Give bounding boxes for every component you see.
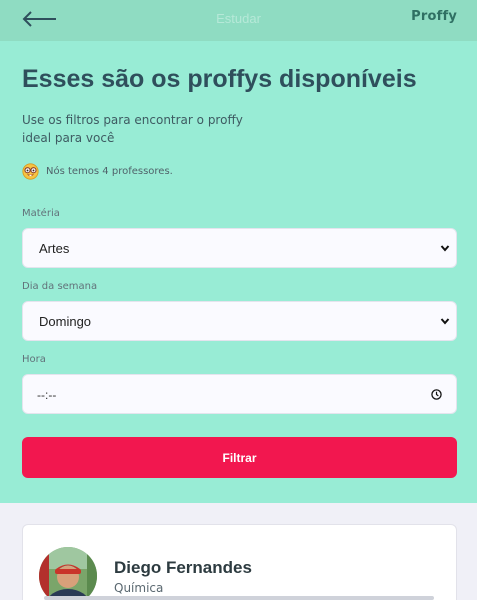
teacher-count-text: Nós temos 4 professores.: [46, 166, 173, 177]
time-input-value: --:--: [37, 388, 57, 402]
subject-select-value: Artes: [39, 241, 70, 256]
teacher-avatar: [39, 547, 97, 600]
subject-label: Matéria: [22, 208, 60, 219]
page-description: Use os filtros para encontrar o proffy i…: [22, 113, 243, 145]
teacher-count: Nós temos 4 professores.: [22, 163, 173, 180]
scroll-indicator[interactable]: [44, 596, 434, 600]
weekday-select-value: Domingo: [39, 314, 92, 329]
chevron-down-icon: [440, 245, 450, 252]
teacher-subject: Química: [114, 581, 164, 595]
time-label: Hora: [22, 354, 46, 365]
teacher-name: Diego Fernandes: [114, 558, 252, 577]
time-input[interactable]: --:--: [22, 374, 457, 414]
weekday-select[interactable]: Domingo: [22, 301, 457, 341]
clock-icon[interactable]: [431, 389, 442, 400]
page-section-title: Estudar: [216, 11, 261, 26]
chevron-down-icon: [440, 318, 450, 325]
page-title: Esses são os proffys disponíveis: [22, 65, 417, 93]
nerd-face-emoji-icon: [22, 163, 39, 180]
proffy-logo[interactable]: Proffy: [411, 9, 457, 24]
filter-button[interactable]: Filtrar: [22, 437, 457, 478]
teacher-card: Diego Fernandes Química: [22, 524, 457, 600]
weekday-label: Dia da semana: [22, 281, 98, 292]
teacher-photo: [39, 547, 97, 600]
top-bar: Estudar Proffy: [0, 0, 477, 41]
hero-section: Esses são os proffys disponíveis Use os …: [0, 41, 477, 503]
subject-select[interactable]: Artes: [22, 228, 457, 268]
